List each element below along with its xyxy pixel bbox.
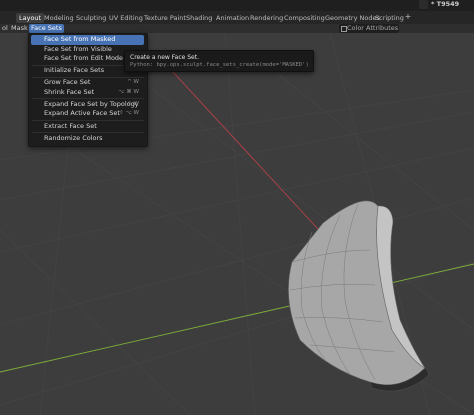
menu-item-label: Face Set from Masked [44, 35, 116, 43]
menu-item-label: Shrink Face Set [44, 87, 95, 96]
menu-item-label: Grow Face Set [44, 78, 91, 86]
menu-item-expand-active-face-set[interactable]: Expand Active Face Set ⇧ ⌥ W [31, 109, 144, 119]
tab-shading[interactable]: Shading [183, 13, 215, 23]
tab-uv-editing[interactable]: UV Editing [106, 13, 146, 23]
color-attributes-dropdown[interactable]: Color Attributes [339, 24, 399, 33]
shortcut-label: ⌥ ⌘ W [118, 88, 139, 95]
tab-scripting[interactable]: Scripting [372, 13, 407, 23]
menu-item-label: Initialize Face Sets [44, 66, 105, 74]
menu-item-expand-face-set-by-topology[interactable]: Expand Face Set by Topology ⇧ W [31, 100, 144, 110]
tab-sculpting[interactable]: Sculpting [73, 13, 109, 23]
menu-item-label: Face Set from Visible [44, 44, 112, 53]
scene-icon[interactable] [419, 0, 428, 9]
menu-item-label: Expand Active Face Set [44, 109, 120, 117]
menu-item-extract-face-set[interactable]: Extract Face Set [31, 122, 144, 132]
shortcut-label: ⇧ ⌥ W [119, 110, 139, 116]
sculpt-mesh[interactable] [288, 200, 429, 392]
menu-item-shrink-face-set[interactable]: Shrink Face Set ⌥ ⌘ W [31, 88, 144, 98]
menu-item-randomize-colors[interactable]: Randomize Colors [31, 134, 144, 144]
scene-title[interactable]: * T9549 [431, 0, 459, 9]
menu-mask[interactable]: Mask [9, 24, 30, 33]
color-attributes-icon [341, 26, 347, 32]
x-axis-line [159, 57, 331, 243]
menu-item-grow-face-set[interactable]: Grow Face Set ^ W [31, 78, 144, 88]
top-bar: * T9549 [0, 0, 474, 11]
viewport-header: ol Mask Face Sets [0, 24, 474, 33]
tab-modeling[interactable]: Modeling [41, 13, 77, 23]
shortcut-label: ^ W [127, 79, 139, 85]
workspace-tabs: Layout Modeling Sculpting UV Editing Tex… [0, 11, 474, 24]
tab-layout[interactable]: Layout [16, 12, 45, 23]
menu-item-label: Randomize Colors [44, 133, 103, 142]
menu-item-label: Expand Face Set by Topology [44, 99, 139, 108]
menu-item-face-set-from-masked[interactable]: Face Set from Masked [31, 35, 144, 45]
shortcut-label: ⇧ W [127, 100, 139, 107]
add-workspace-button[interactable]: + [403, 12, 413, 22]
operator-tooltip: Create a new Face Set. Python: bpy.ops.s… [124, 50, 314, 72]
tab-texture-paint[interactable]: Texture Paint [141, 13, 189, 23]
tab-compositing[interactable]: Compositing [281, 13, 328, 23]
tooltip-python: Python: bpy.ops.sculpt.face_sets_create(… [130, 62, 309, 68]
tooltip-description: Create a new Face Set. [130, 54, 199, 61]
color-attributes-label: Color Attributes [347, 24, 399, 32]
menu-face-sets[interactable]: Face Sets [29, 24, 64, 33]
menu-item-label: Extract Face Set [44, 121, 97, 130]
